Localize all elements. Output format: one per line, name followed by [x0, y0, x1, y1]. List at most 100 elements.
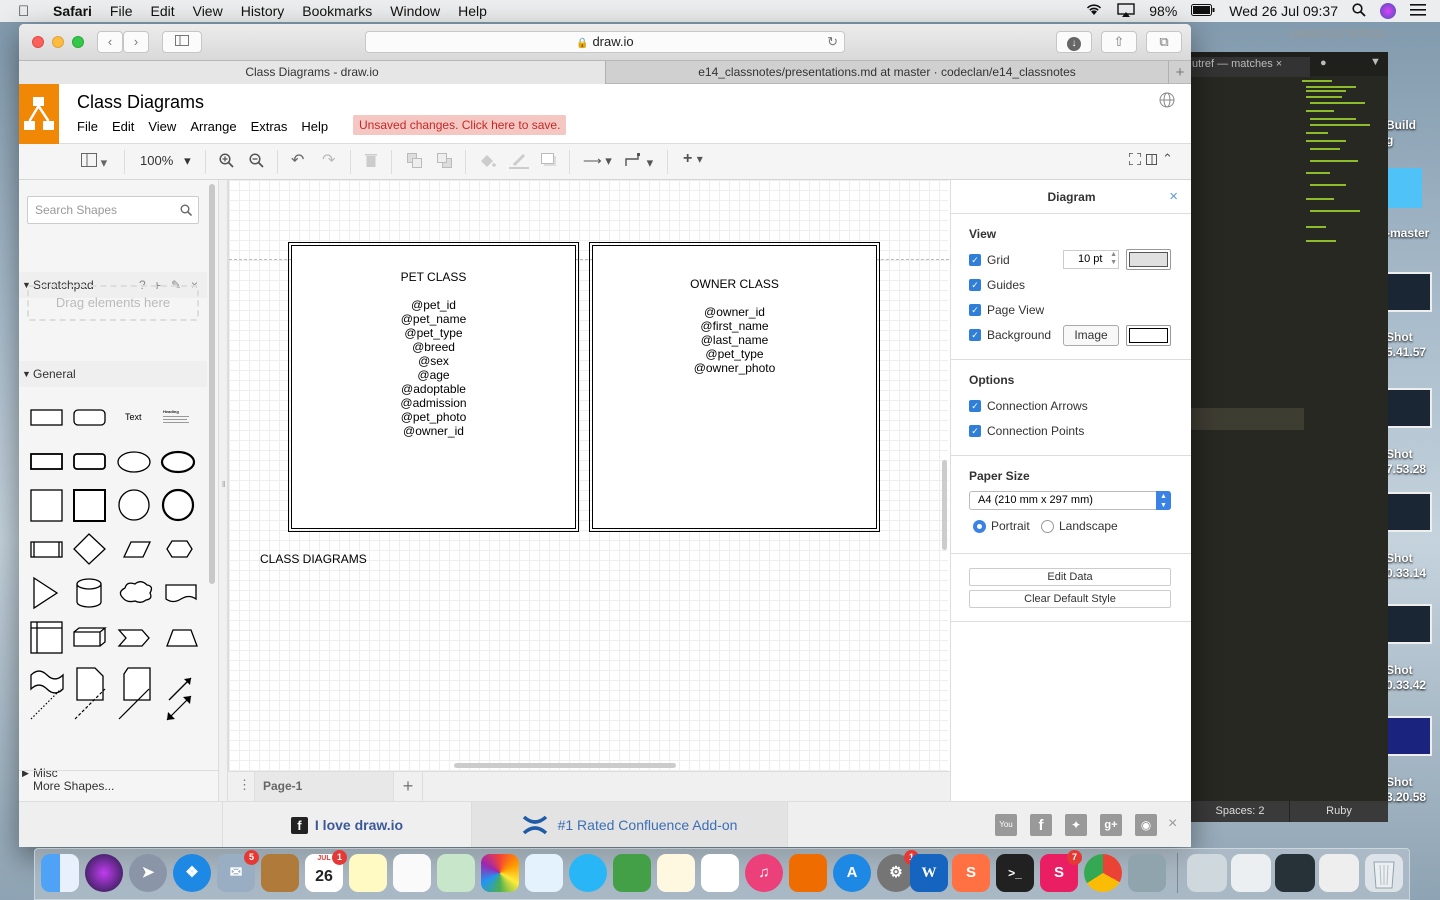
edit-data-button[interactable]: Edit Data [969, 568, 1171, 586]
drawio-logo[interactable] [19, 84, 59, 144]
dropdown-arrow-icon[interactable]: ▼ [1370, 56, 1381, 68]
address-bar[interactable]: 🔒 draw.io ↻ [365, 31, 845, 53]
minimized-window-thumbnail[interactable] [1187, 854, 1227, 892]
more-shapes-button[interactable]: More Shapes... [19, 770, 219, 801]
connection-points-checkbox[interactable]: ✓ Connection Points [969, 424, 1084, 438]
sublime-tab[interactable]: utref — matches × [1190, 57, 1310, 77]
guides-checkbox[interactable]: ✓ Guides [969, 278, 1025, 292]
share-button[interactable]: ⇧ [1101, 31, 1137, 53]
keynote-icon[interactable] [525, 854, 563, 892]
search-shapes-input[interactable]: Search Shapes [27, 196, 199, 224]
unsaved-changes-button[interactable]: Unsaved changes. Click here to save. [353, 115, 567, 135]
format-panel-icon[interactable]: ▾ [81, 153, 107, 171]
launchpad-icon[interactable]: ➤ [129, 854, 167, 892]
twitter-icon[interactable]: ✦ [1065, 814, 1087, 836]
confluence-promo[interactable]: #1 Rated Confluence Add-on [472, 802, 788, 847]
mail-icon[interactable]: ✉ 5 [217, 850, 259, 892]
syntax-setting[interactable]: Ruby [1289, 801, 1388, 822]
drawio-menu-view[interactable]: View [148, 119, 176, 134]
shape-text[interactable]: Text [125, 412, 142, 422]
desktop-item-label[interactable]: Shot 5.41.57 [1386, 330, 1426, 360]
drawio-menu-arrange[interactable]: Arrange [190, 119, 236, 134]
desktop-screenshot-thumbnail[interactable] [1386, 604, 1432, 644]
zoom-level[interactable]: 100% ▾ [140, 153, 191, 169]
portrait-radio[interactable]: Portrait [973, 519, 1030, 533]
drawio-menu-edit[interactable]: Edit [112, 119, 134, 134]
terminal-icon[interactable]: >_ [996, 854, 1034, 892]
desktop-item-label[interactable]: Shot 7.53.28 [1386, 447, 1426, 477]
minimized-window-thumbnail[interactable] [1275, 854, 1315, 892]
zoom-window-button[interactable] [72, 36, 84, 48]
desktop-screenshot-thumbnail[interactable] [1386, 716, 1432, 756]
background-color-swatch[interactable] [1126, 325, 1171, 346]
scratchpad-drop-zone[interactable]: Drag elements here [27, 285, 199, 321]
close-icon[interactable]: × [1276, 58, 1282, 70]
photos-icon[interactable] [481, 854, 519, 892]
preview-icon[interactable] [1128, 854, 1166, 892]
desktop-item-label[interactable]: Shot 3.20.58 [1386, 775, 1426, 805]
notification-center-icon[interactable] [1410, 3, 1426, 19]
diagram-canvas[interactable]: PET CLASS @pet_id @pet_name @pet_type @b… [228, 180, 949, 785]
desktop-screenshot-thumbnail[interactable] [1386, 272, 1432, 312]
spotlight-icon[interactable] [1352, 2, 1366, 20]
apple-icon[interactable]:  [18, 3, 40, 20]
forward-button[interactable]: › [123, 31, 149, 53]
menu-file[interactable]: File [101, 3, 142, 19]
menu-history[interactable]: History [232, 3, 294, 19]
minimized-window-thumbnail[interactable] [1231, 854, 1271, 892]
menubar-clock[interactable]: Wed 26 Jul 09:37 [1229, 3, 1338, 19]
maps-icon[interactable] [437, 854, 475, 892]
paper-size-select[interactable]: A4 (210 mm x 297 mm) ▲ ▼ [969, 491, 1171, 510]
menu-app-safari[interactable]: Safari [44, 3, 101, 19]
facetime-icon[interactable] [613, 854, 651, 892]
reload-icon[interactable]: ↻ [827, 32, 838, 52]
waypoints-icon[interactable]: ▾ [625, 153, 653, 171]
desktop-item-label[interactable]: Build g [1386, 118, 1416, 148]
grid-size-input[interactable]: 10 pt ▲ ▼ [1063, 250, 1119, 269]
youtube-icon[interactable]: You [995, 814, 1017, 836]
menu-bookmarks[interactable]: Bookmarks [293, 3, 381, 19]
connection-arrows-checkbox[interactable]: ✓ Connection Arrows [969, 399, 1088, 413]
undo-icon[interactable]: ↶ [291, 150, 304, 170]
airplay-icon[interactable] [1117, 2, 1135, 20]
calendar-icon[interactable]: JUL 26 1 [305, 850, 347, 892]
clear-default-style-button[interactable]: Clear Default Style [969, 590, 1171, 608]
desktop-folder-icon[interactable] [1388, 168, 1422, 208]
landscape-radio[interactable]: Landscape [1041, 519, 1118, 533]
tab-github-classnotes[interactable]: e14_classnotes/presentations.md at maste… [606, 61, 1169, 84]
drawio-menu-file[interactable]: File [77, 119, 98, 134]
contacts-icon[interactable] [261, 854, 299, 892]
shape-textbox[interactable]: Heading [163, 409, 191, 427]
word-icon[interactable]: W [910, 854, 948, 892]
close-icon[interactable]: × [1169, 180, 1178, 214]
stepper-icon[interactable]: ▲ ▼ [1110, 251, 1117, 267]
zoom-in-icon[interactable] [219, 153, 234, 171]
desktop-screenshot-thumbnail[interactable] [1386, 492, 1432, 532]
ibooks-icon[interactable] [789, 854, 827, 892]
page-view-checkbox[interactable]: ✓ Page View [969, 303, 1044, 317]
menu-view[interactable]: View [184, 3, 232, 19]
fill-color-icon[interactable] [479, 153, 496, 172]
chrome-icon[interactable] [1084, 854, 1122, 892]
collapse-chevron-icon[interactable]: ⌃ [1162, 151, 1173, 167]
skitch-icon[interactable]: S 7 [1040, 850, 1082, 892]
zoom-out-icon[interactable] [249, 153, 264, 171]
app-store-icon[interactable]: A [833, 854, 871, 892]
menu-edit[interactable]: Edit [141, 3, 183, 19]
tab-class-diagrams[interactable]: Class Diagrams - draw.io [19, 61, 606, 84]
document-title[interactable]: Class Diagrams [77, 92, 204, 113]
facebook-share-icon[interactable]: f [1030, 814, 1052, 836]
notes-icon[interactable] [349, 854, 387, 892]
sidebar-scrollbar[interactable] [209, 184, 215, 584]
delete-icon[interactable] [365, 153, 377, 171]
drawio-menu-help[interactable]: Help [301, 119, 328, 134]
finder-icon[interactable] [41, 854, 79, 892]
siri-icon[interactable] [1380, 3, 1396, 19]
battery-icon[interactable] [1191, 3, 1215, 19]
background-checkbox[interactable]: ✓ Background [969, 328, 1051, 342]
desktop-item-label[interactable]: Shot 0.33.14 [1386, 551, 1426, 581]
facebook-promo[interactable]: f I love draw.io [222, 802, 472, 847]
canvas-vertical-scrollbar[interactable] [942, 460, 947, 550]
grid-checkbox[interactable]: ✓ Grid [969, 253, 1010, 267]
redo-icon[interactable]: ↷ [322, 150, 335, 170]
